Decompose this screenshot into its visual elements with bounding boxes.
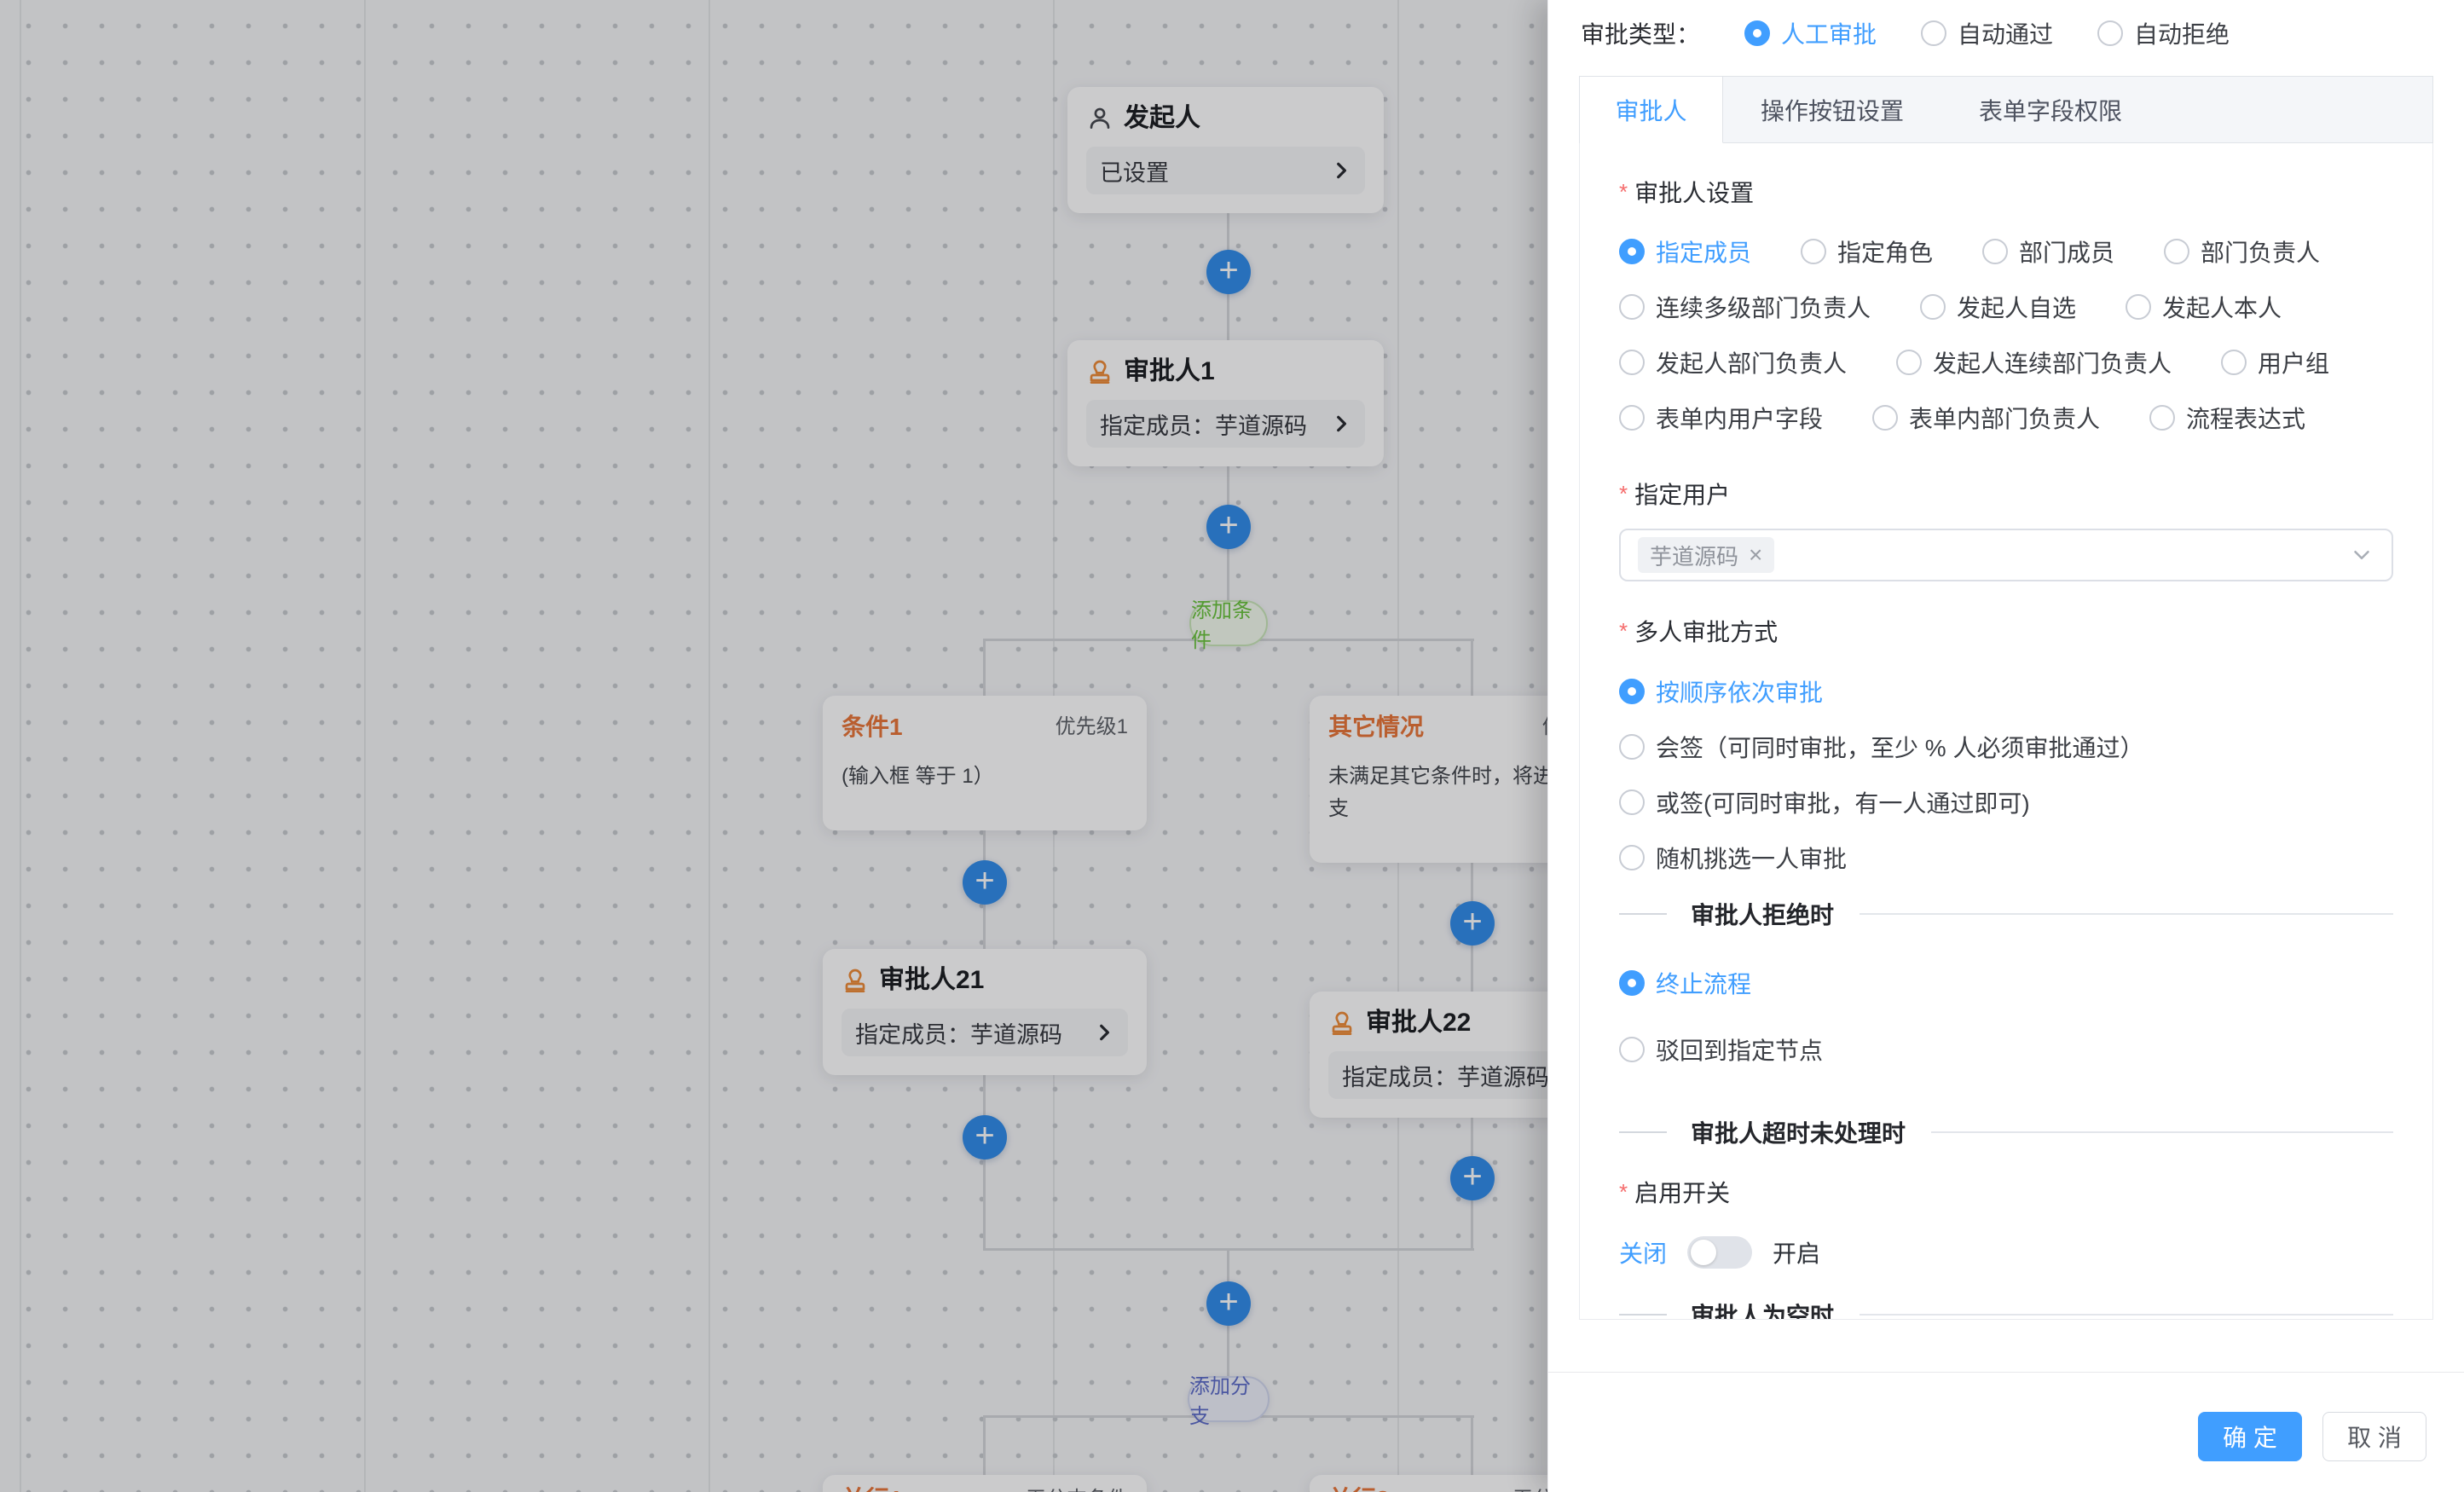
option-terminate-process[interactable]: 终止流程	[1619, 966, 1751, 1000]
option-designated-role[interactable]: 指定角色	[1801, 234, 1933, 269]
timeout-section-title: 审批人超时未处理时	[1691, 1115, 1906, 1149]
radio-icon	[1619, 679, 1645, 704]
option-dept-member[interactable]: 部门成员	[1982, 234, 2114, 269]
divider-line	[1860, 913, 2393, 915]
radio-icon	[1619, 294, 1645, 320]
approve-type-option-manual[interactable]: 人工审批	[1744, 16, 1877, 50]
radio-icon	[1619, 1037, 1645, 1062]
radio-icon	[2221, 350, 2247, 375]
drawer-footer: 确 定 取 消	[1548, 1372, 2464, 1461]
radio-icon	[1872, 405, 1898, 431]
radio-icon	[1744, 20, 1770, 46]
option-initiator-choose[interactable]: 发起人自选	[1920, 290, 2076, 324]
radio-icon	[1619, 405, 1645, 431]
approval-flow-designer: 发起人 已设置 + 审批人1 指定成	[0, 0, 2464, 1492]
cancel-button[interactable]: 取 消	[2322, 1412, 2426, 1461]
reject-section-divider: 审批人拒绝时	[1619, 899, 2393, 928]
divider-line	[1619, 1131, 1667, 1133]
divider-line	[1619, 1314, 1667, 1316]
empty-approver-section-title: 审批人为空时	[1691, 1298, 1834, 1320]
radio-icon	[1619, 789, 1645, 815]
timeout-switch-row: 关闭 开启	[1619, 1235, 2393, 1269]
radio-icon	[2164, 239, 2189, 264]
option-process-expression[interactable]: 流程表达式	[2149, 401, 2305, 435]
radio-icon	[1982, 239, 2008, 264]
chevron-down-icon	[2349, 542, 2374, 568]
switch-off-text: 关闭	[1619, 1235, 1667, 1269]
radio-icon	[2097, 20, 2123, 46]
approve-type-option-auto-reject[interactable]: 自动拒绝	[2097, 16, 2230, 50]
option-countersign[interactable]: 会签（可同时审批，至少 % 人必须审批通过）	[1619, 730, 2143, 764]
approver-settings-drawer: 审批类型： 人工审批 自动通过 自动拒绝 审批人 操作按钮设置 表单字段权限 审…	[1547, 0, 2464, 1492]
approver-setting-row3: 发起人部门负责人 发起人连续部门负责人 用户组	[1619, 348, 2393, 377]
switch-on-text: 开启	[1773, 1235, 1820, 1269]
option-random-one[interactable]: 随机挑选一人审批	[1619, 841, 1847, 875]
reject-option-row: 终止流程	[1619, 969, 2393, 998]
radio-icon	[2149, 405, 2175, 431]
enable-switch-label: 启用开关	[1619, 1177, 2393, 1206]
radio-icon	[1619, 970, 1645, 996]
settings-tab-bar: 审批人 操作按钮设置 表单字段权限	[1579, 76, 2433, 143]
confirm-button[interactable]: 确 定	[2198, 1412, 2302, 1461]
option-sequential-approve[interactable]: 按顺序依次审批	[1619, 674, 1823, 708]
radio-icon	[1921, 20, 1946, 46]
option-user-group[interactable]: 用户组	[2221, 345, 2329, 379]
reject-section-title: 审批人拒绝时	[1691, 897, 1834, 931]
tab-bar-filler	[2160, 77, 2432, 143]
approver-setting-row4: 表单内用户字段 表单内部门负责人 流程表达式	[1619, 403, 2393, 432]
option-orsign[interactable]: 或签(可同时审批，有一人通过即可)	[1619, 785, 2030, 819]
multi-approve-option-row: 会签（可同时审批，至少 % 人必须审批通过）	[1619, 732, 2393, 761]
approver-setting-row2: 连续多级部门负责人 发起人自选 发起人本人	[1619, 292, 2393, 321]
radio-icon	[1619, 350, 1645, 375]
radio-icon	[2126, 294, 2151, 320]
approver-tab-content: 审批人设置 指定成员 指定角色 部门成员 部门负责人	[1579, 143, 2433, 1320]
option-designated-member[interactable]: 指定成员	[1619, 234, 1751, 269]
radio-icon	[1619, 734, 1645, 760]
option-dept-leader[interactable]: 部门负责人	[2164, 234, 2320, 269]
approve-type-label: 审批类型：	[1581, 16, 1700, 50]
tab-form-field-permissions[interactable]: 表单字段权限	[1941, 77, 2160, 143]
radio-icon	[1801, 239, 1826, 264]
option-initiator-dept-leader[interactable]: 发起人部门负责人	[1619, 345, 1847, 379]
option-form-dept-leader[interactable]: 表单内部门负责人	[1872, 401, 2100, 435]
empty-approver-section-divider: 审批人为空时	[1619, 1300, 2393, 1320]
radio-icon	[1619, 845, 1645, 870]
divider-line	[1931, 1131, 2393, 1133]
multi-approve-label: 多人审批方式	[1619, 616, 2393, 645]
radio-icon	[1920, 294, 1946, 320]
option-multi-level-dept-leader[interactable]: 连续多级部门负责人	[1619, 290, 1871, 324]
option-initiator-multi-dept-leader[interactable]: 发起人连续部门负责人	[1896, 345, 2172, 379]
option-form-user-field[interactable]: 表单内用户字段	[1619, 401, 1823, 435]
assigned-user-label: 指定用户	[1619, 479, 2393, 508]
multi-approve-option-row: 按顺序依次审批	[1619, 677, 2393, 706]
approver-setting-label: 审批人设置	[1619, 177, 2393, 206]
option-initiator-self[interactable]: 发起人本人	[2126, 290, 2282, 324]
assigned-user-select[interactable]: 芋道源码 ×	[1619, 529, 2393, 581]
user-tag-text: 芋道源码	[1650, 540, 1738, 571]
radio-icon	[1896, 350, 1922, 375]
divider-line	[1619, 913, 1667, 915]
divider-line	[1860, 1314, 2393, 1316]
approve-type-row: 审批类型： 人工审批 自动通过 自动拒绝	[1548, 0, 2464, 67]
tab-approver[interactable]: 审批人	[1580, 77, 1723, 143]
radio-icon	[1619, 239, 1645, 264]
multi-approve-option-row: 或签(可同时审批，有一人通过即可)	[1619, 788, 2393, 817]
user-tag: 芋道源码 ×	[1638, 537, 1774, 573]
tab-action-buttons[interactable]: 操作按钮设置	[1723, 77, 1941, 143]
multi-approve-option-row: 随机挑选一人审批	[1619, 843, 2393, 872]
approve-type-option-auto-pass[interactable]: 自动通过	[1921, 16, 2053, 50]
timeout-section-divider: 审批人超时未处理时	[1619, 1118, 2393, 1147]
option-return-to-node[interactable]: 驳回到指定节点	[1619, 1032, 1823, 1067]
timeout-enable-toggle[interactable]	[1687, 1236, 1752, 1269]
approver-setting-row1: 指定成员 指定角色 部门成员 部门负责人	[1619, 237, 2393, 266]
reject-option-row: 驳回到指定节点	[1619, 1035, 2393, 1064]
remove-tag-icon[interactable]: ×	[1749, 543, 1762, 567]
